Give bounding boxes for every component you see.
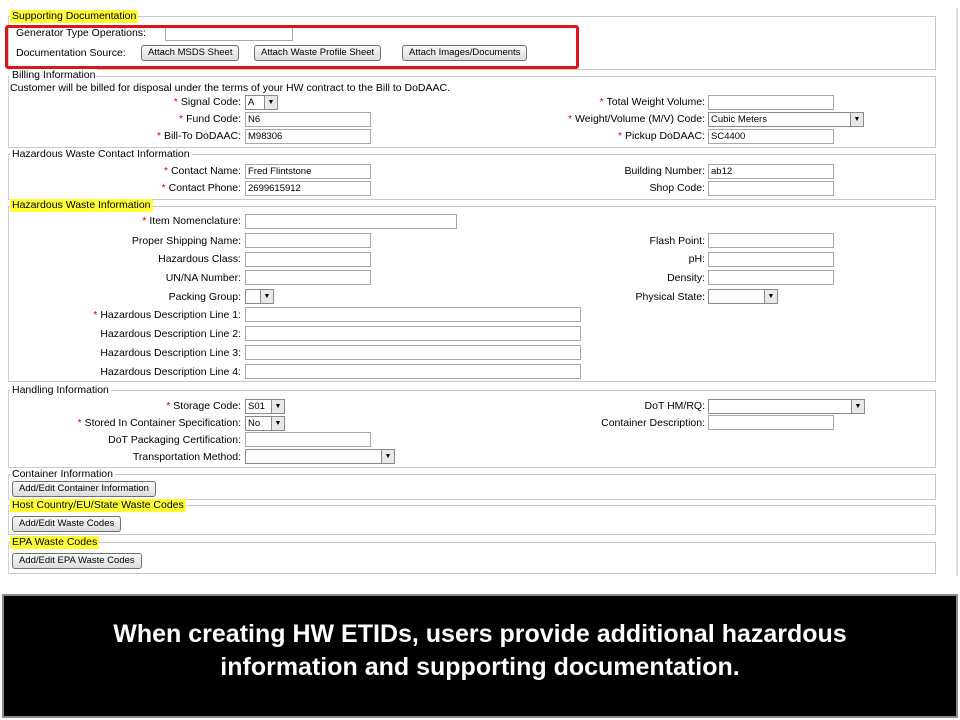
un-na-number-label: UN/NA Number: [165, 272, 241, 284]
epa-codes-section [8, 542, 936, 574]
stored-in-container-label: * Stored In Container Specification: [77, 417, 241, 429]
hazardous-description-line-2-field[interactable] [245, 326, 581, 341]
flash-point-field[interactable] [708, 233, 834, 248]
handling-title: Handling Information [10, 384, 111, 397]
storage-code-label: * Storage Code: [166, 400, 241, 412]
physical-state-label: Physical State: [635, 291, 705, 303]
container-description-field[interactable] [708, 415, 834, 430]
stored-in-container-select[interactable]: No ▼ [245, 416, 285, 431]
bill-to-dodaac-label: * Bill-To DoDAAC: [156, 130, 241, 142]
proper-shipping-name-field[interactable] [245, 233, 371, 248]
chevron-down-icon: ▼ [850, 113, 863, 126]
billing-note: Customer will be billed for disposal und… [10, 82, 451, 94]
contact-name-field[interactable]: Fred Flintstone [245, 164, 371, 179]
add-edit-container-button[interactable]: Add/Edit Container Information [12, 481, 156, 497]
dot-packaging-field[interactable] [245, 432, 371, 447]
epa-codes-title: EPA Waste Codes [10, 536, 100, 549]
item-nomenclature-field[interactable] [245, 214, 457, 229]
storage-code-select[interactable]: S01 ▼ [245, 399, 285, 414]
pickup-dodaac-field[interactable]: SC4400 [708, 129, 834, 144]
contact-phone-field[interactable]: 2699615912 [245, 181, 371, 196]
hazardous-class-label: Hazardous Class: [158, 253, 241, 265]
add-edit-epa-codes-button[interactable]: Add/Edit EPA Waste Codes [12, 553, 142, 569]
flash-point-label: Flash Point: [649, 235, 705, 247]
chevron-down-icon: ▼ [271, 400, 284, 413]
add-edit-waste-codes-button[interactable]: Add/Edit Waste Codes [12, 516, 122, 532]
vertical-scrollbar[interactable] [940, 8, 958, 576]
hazardous-description-line-4-label: Hazardous Description Line 4: [100, 366, 241, 378]
density-field[interactable] [708, 270, 834, 285]
un-na-number-field[interactable] [245, 270, 371, 285]
chevron-down-icon: ▼ [260, 290, 273, 303]
contact-name-label: * Contact Name: [163, 165, 241, 177]
hazardous-class-field[interactable] [245, 252, 371, 267]
contact-title: Hazardous Waste Contact Information [10, 148, 192, 161]
supporting-documentation-title: Supporting Documentation [10, 10, 139, 23]
chevron-down-icon: ▼ [764, 290, 777, 303]
hazardous-description-line-1-field[interactable] [245, 307, 581, 322]
weight-volume-code-label: * Weight/Volume (M/V) Code: [567, 113, 705, 125]
signal-code-select[interactable]: A ▼ [245, 95, 278, 110]
chevron-down-icon: ▼ [264, 96, 277, 109]
transportation-method-label: Transportation Method: [132, 451, 241, 463]
fund-code-field[interactable]: N6 [245, 112, 371, 127]
dot-packaging-label: DoT Packaging Certification: [108, 434, 241, 446]
building-number-field[interactable]: ab12 [708, 164, 834, 179]
container-info-title: Container Information [10, 468, 115, 481]
caption-text: When creating HW ETIDs, users provide ad… [4, 618, 956, 684]
etid-form: Supporting Documentation Generator Type … [0, 0, 960, 592]
total-weight-field[interactable] [708, 95, 834, 110]
pickup-dodaac-label: * Pickup DoDAAC: [617, 130, 705, 142]
hazardous-description-line-3-label: Hazardous Description Line 3: [100, 347, 241, 359]
callout-highlight-box [5, 25, 579, 69]
transportation-method-select[interactable]: ▼ [245, 449, 395, 464]
container-description-label: Container Description: [601, 417, 705, 429]
building-number-label: Building Number: [624, 165, 705, 177]
hazardous-description-line-3-field[interactable] [245, 345, 581, 360]
bill-to-dodaac-field[interactable]: M98306 [245, 129, 371, 144]
physical-state-select[interactable]: ▼ [708, 289, 778, 304]
hazardous-description-line-2-label: Hazardous Description Line 2: [100, 328, 241, 340]
chevron-down-icon: ▼ [851, 400, 864, 413]
signal-code-label: * Signal Code: [173, 96, 241, 108]
shop-code-label: Shop Code: [649, 182, 705, 194]
density-label: Density: [667, 272, 705, 284]
fund-code-label: * Fund Code: [179, 113, 241, 125]
weight-volume-code-select[interactable]: Cubic Meters ▼ [708, 112, 864, 127]
packing-group-label: Packing Group: [168, 291, 241, 303]
ph-field[interactable] [708, 252, 834, 267]
packing-group-select[interactable]: ▼ [245, 289, 274, 304]
host-country-codes-title: Host Country/EU/State Waste Codes [10, 499, 186, 512]
shop-code-field[interactable] [708, 181, 834, 196]
chevron-down-icon: ▼ [271, 417, 284, 430]
hazardous-description-line-1-label: * Hazardous Description Line 1: [93, 309, 241, 321]
ph-label: pH: [688, 253, 705, 265]
chevron-down-icon: ▼ [381, 450, 394, 463]
hazardous-description-line-4-field[interactable] [245, 364, 581, 379]
proper-shipping-name-label: Proper Shipping Name: [131, 235, 241, 247]
caption-line-1: When creating HW ETIDs, users provide ad… [113, 620, 847, 648]
dot-hmrq-select[interactable]: ▼ [708, 399, 865, 414]
dot-hmrq-label: DoT HM/RQ: [644, 400, 705, 412]
contact-phone-label: * Contact Phone: [161, 182, 241, 194]
caption-line-2: information and supporting documentation… [220, 653, 740, 681]
item-nomenclature-label: * Item Nomenclature: [142, 215, 241, 227]
total-weight-label: * Total Weight Volume: [599, 96, 705, 108]
caption-banner: When creating HW ETIDs, users provide ad… [2, 594, 958, 718]
hazardous-waste-info-title: Hazardous Waste Information [10, 199, 153, 212]
